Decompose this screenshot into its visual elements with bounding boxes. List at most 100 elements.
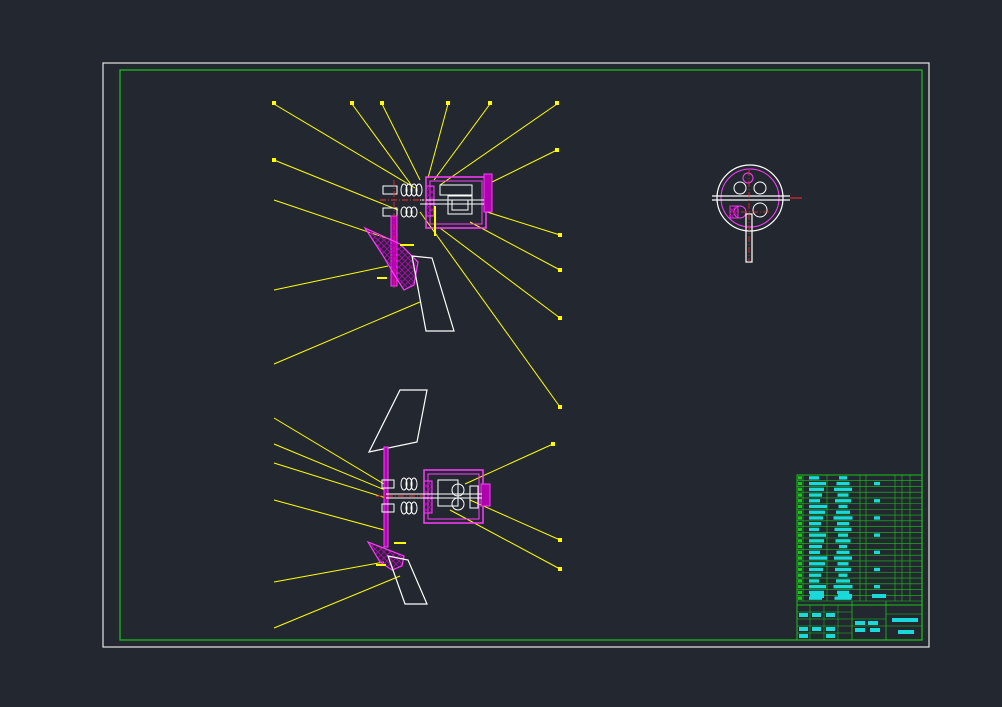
parts-list-name-cell: [809, 590, 824, 595]
parts-list-index-cell: [798, 487, 802, 491]
parts-list-code-cell: [836, 579, 850, 583]
parts-list-index-cell: [798, 579, 802, 583]
title-field-cell: [855, 628, 865, 632]
parts-list-name-cell: [809, 516, 823, 520]
parts-list-qty-cell: [874, 481, 880, 486]
parts-list-index-cell: [798, 510, 802, 514]
parts-list-name-cell: [809, 499, 820, 503]
parts-list-qty-cell: [874, 567, 880, 572]
title-field-cell: [812, 627, 821, 631]
lower-top-blade: [367, 389, 428, 453]
title-field-cell: [799, 634, 808, 638]
parts-list-code-cell: [835, 539, 851, 543]
parts-list-code-cell: [837, 522, 849, 526]
upper-leader-lines: [273, 103, 561, 408]
parts-list-index-cell: [798, 573, 802, 577]
parts-list-code-cell: [839, 476, 847, 480]
cad-viewport[interactable]: [0, 0, 1002, 707]
parts-list-name-cell: [809, 493, 822, 497]
parts-list-name-cell: [809, 533, 826, 537]
lower-leader-markers: [551, 442, 562, 571]
parts-list-index-cell: [798, 590, 802, 595]
parts-list-index-cell: [798, 499, 802, 503]
parts-list-index-cell: [798, 493, 802, 497]
drawing-title-cell: [892, 618, 918, 622]
parts-list-name-cell: [809, 476, 819, 480]
lower-assembly-view[interactable]: [273, 389, 562, 629]
parts-list-name-cell: [809, 573, 821, 577]
parts-list-code-cell: [839, 544, 847, 549]
parts-list-name-cell: [809, 539, 824, 543]
parts-list-code-cell: [837, 590, 849, 595]
parts-list-index-cell: [798, 556, 802, 560]
lower-shaft: [383, 446, 389, 548]
parts-list-index-cell: [798, 527, 802, 532]
parts-list-index-cell: [798, 539, 802, 543]
parts-list-footer-cell: [838, 594, 852, 598]
parts-list-index-cell: [798, 544, 802, 549]
parts-list-name-cell: [809, 510, 825, 514]
parts-list-qty-cell: [874, 516, 880, 520]
parts-list-qty-cell: [874, 533, 880, 537]
parts-list-code-cell: [833, 516, 853, 520]
title-field-cell: [855, 621, 865, 625]
parts-list-code-cell: [833, 585, 853, 589]
parts-list-code-cell: [838, 533, 848, 537]
parts-list-index-cell: [798, 533, 802, 537]
parts-list-footer-cell: [810, 594, 824, 598]
parts-list-index-cell: [798, 550, 802, 554]
parts-list-name-cell: [809, 504, 827, 509]
drawing-canvas[interactable]: [0, 0, 1002, 707]
parts-list-qty-cell: [874, 585, 880, 589]
parts-list-index-cell: [798, 516, 802, 520]
title-field-cell: [812, 613, 821, 617]
parts-list-qty-cell: [874, 499, 880, 503]
parts-list-code-cell: [837, 562, 849, 566]
parts-list-code-cell: [834, 556, 852, 560]
title-field-cell: [868, 621, 878, 625]
parts-list-code-cell: [836, 510, 850, 514]
drawing-number-cell: [898, 630, 914, 634]
parts-list-name-cell: [809, 544, 822, 549]
parts-list-index-cell: [798, 522, 802, 526]
title-block[interactable]: [796, 474, 923, 641]
parts-list-name-cell: [809, 550, 820, 554]
lower-leader-lines: [273, 417, 561, 629]
upper-assembly-view[interactable]: [272, 101, 562, 409]
upper-blade: [411, 255, 455, 332]
parts-list-name-cell: [809, 567, 823, 572]
parts-list-name-cell: [809, 487, 824, 491]
upper-leader-markers: [272, 101, 562, 409]
parts-list-name-cell: [809, 481, 826, 486]
title-field-cell: [870, 628, 880, 632]
parts-list-name-cell: [809, 556, 827, 560]
parts-list-name-cell: [809, 562, 825, 566]
parts-list-code-cell: [838, 573, 848, 577]
parts-list-name-cell: [809, 585, 826, 589]
parts-list-index-cell: [798, 567, 802, 572]
parts-list-name-cell: [809, 527, 819, 532]
parts-list-index-cell: [798, 585, 802, 589]
parts-list-index-cell: [798, 481, 802, 486]
title-field-cell: [826, 634, 835, 638]
title-field-cell: [799, 627, 808, 631]
parts-list-qty-cell: [874, 550, 880, 554]
parts-list-code-cell: [836, 481, 850, 486]
parts-list-code-cell: [835, 499, 851, 503]
lower-housing: [423, 469, 484, 524]
parts-list-index-cell: [798, 562, 802, 566]
parts-list-code-cell: [837, 493, 849, 497]
parts-list-code-cell: [834, 527, 852, 532]
title-field-cell: [826, 627, 835, 631]
parts-list-code-cell: [836, 550, 850, 554]
side-detail-view[interactable]: [712, 164, 802, 263]
sheet-border: [102, 62, 930, 648]
parts-list-code-cell: [838, 504, 848, 509]
lower-gear-set: [386, 479, 482, 511]
parts-list-name-cell: [809, 579, 819, 583]
title-field-cell: [826, 613, 835, 617]
parts-list-code-cell: [834, 487, 852, 491]
drawing-frame: [119, 69, 923, 641]
parts-list-name-cell: [809, 522, 821, 526]
parts-list-code-cell: [835, 567, 851, 572]
